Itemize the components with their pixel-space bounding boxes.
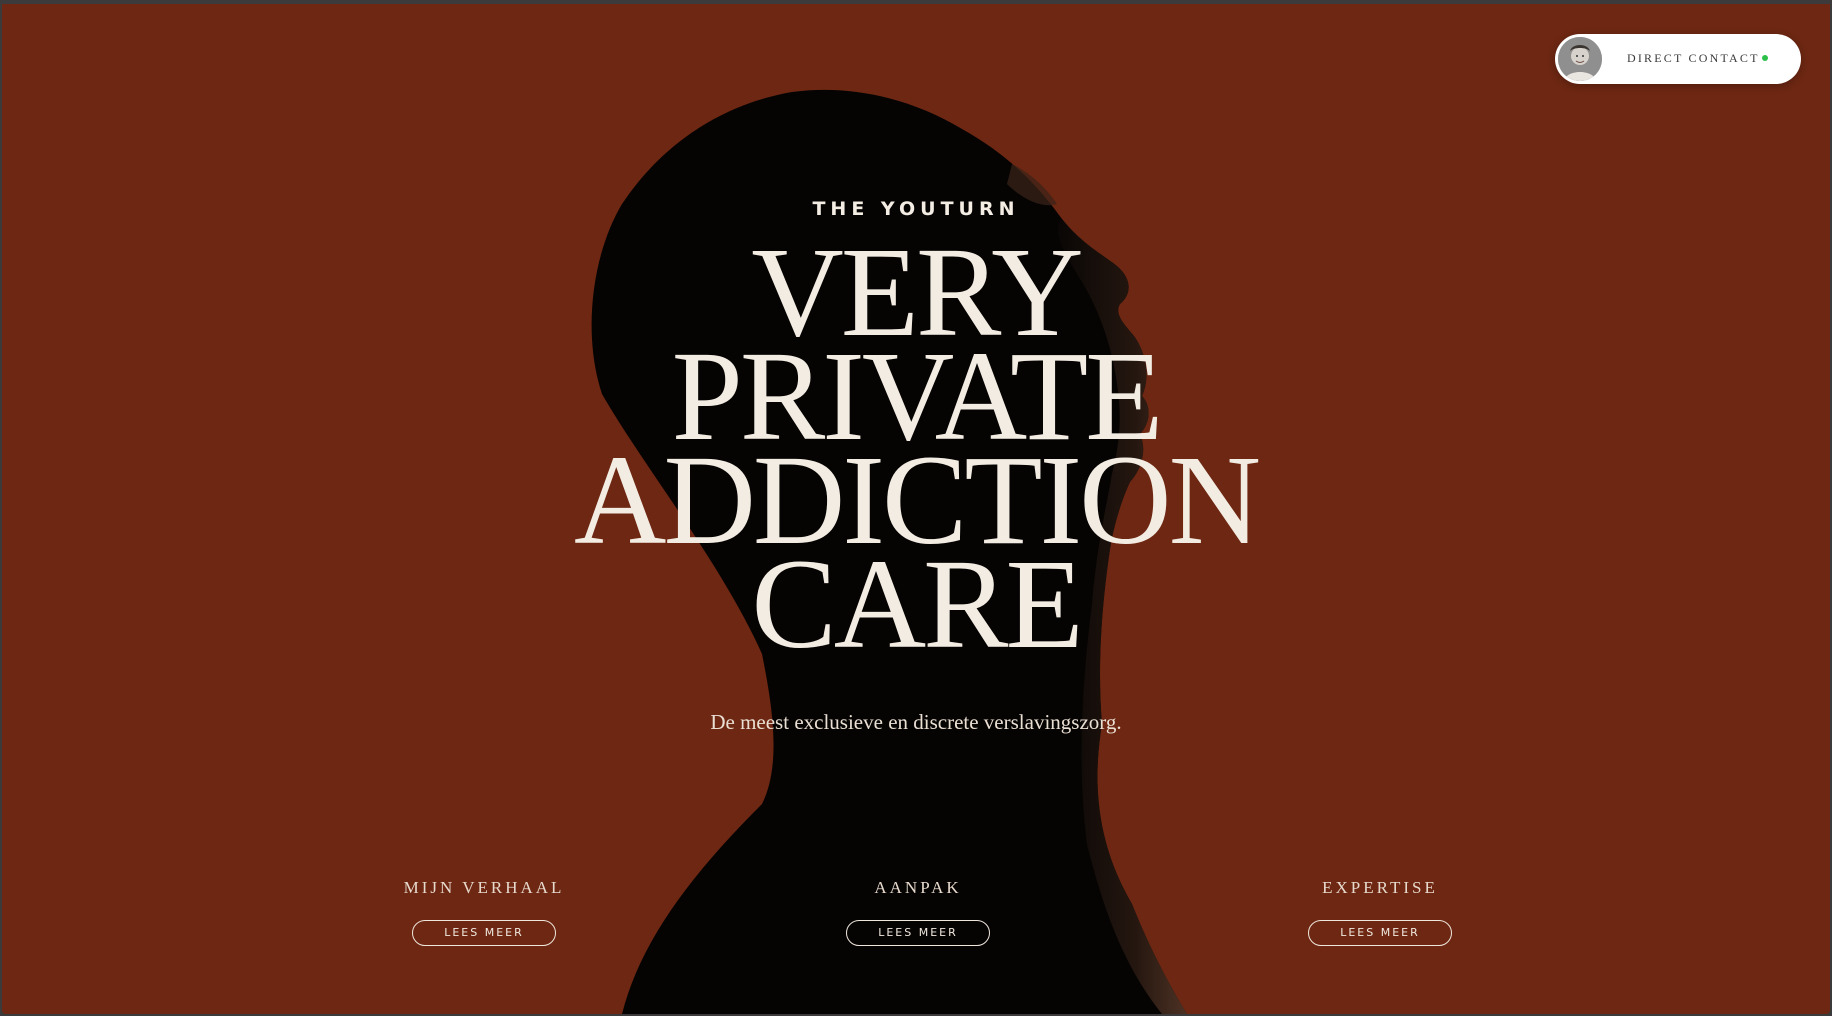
section-title: MIJN VERHAAL — [403, 878, 565, 897]
section-title: AANPAK — [874, 878, 962, 897]
avatar — [1558, 37, 1602, 81]
brand-name: THE YOUTURN — [812, 198, 1020, 220]
section-aanpak: AANPAK LEES MEER — [788, 878, 1048, 946]
direct-contact-button[interactable]: DIRECT CONTACT — [1555, 34, 1801, 84]
hero-headline: VERY PRIVATE ADDICTION CARE — [2, 228, 1830, 675]
headline-line: CARE — [751, 533, 1083, 675]
hero-section: THE YOUTURN VERY PRIVATE ADDICTION CARE … — [2, 4, 1830, 1014]
lees-meer-button[interactable]: LEES MEER — [846, 920, 990, 946]
section-expertise: EXPERTISE LEES MEER — [1250, 878, 1510, 946]
contact-label: DIRECT CONTACT — [1627, 51, 1760, 65]
lees-meer-button[interactable]: LEES MEER — [1308, 920, 1452, 946]
online-status-dot — [1762, 55, 1768, 61]
browser-frame: THE YOUTURN VERY PRIVATE ADDICTION CARE … — [0, 0, 1832, 1016]
section-title: EXPERTISE — [1322, 878, 1438, 897]
section-mijn-verhaal: MIJN VERHAAL LEES MEER — [354, 878, 614, 946]
lees-meer-button[interactable]: LEES MEER — [412, 920, 556, 946]
hero-subtitle: De meest exclusieve en discrete verslavi… — [710, 710, 1122, 734]
